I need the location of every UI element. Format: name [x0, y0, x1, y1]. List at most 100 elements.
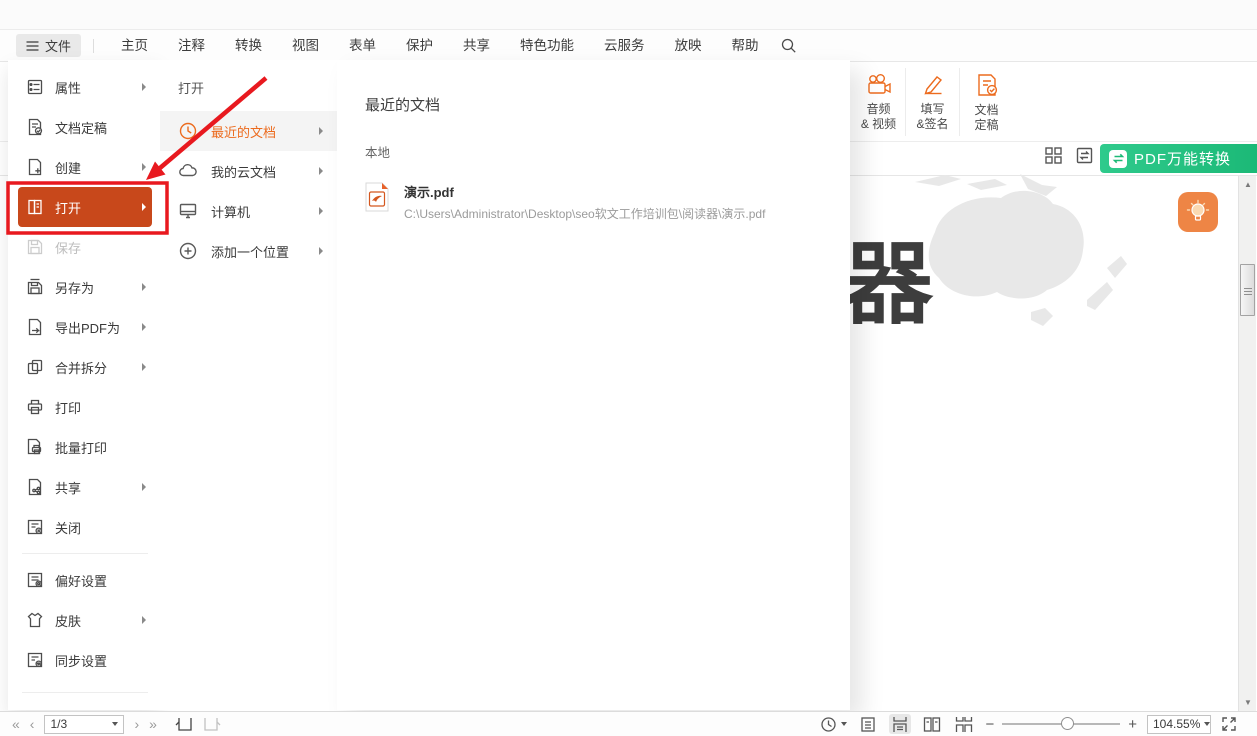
tab-help[interactable]: 帮助 — [717, 30, 774, 62]
continuous-view-icon[interactable] — [889, 714, 911, 734]
reading-history-icon[interactable] — [820, 716, 847, 733]
ribbon-right-group: 音频& 视频 填写&签名 文档定稿 — [852, 62, 1013, 142]
pdf-convert-button[interactable]: PDF万能转换 — [1100, 144, 1257, 173]
search-icon[interactable] — [780, 37, 797, 54]
file-menu-item-share[interactable]: 共享 — [18, 467, 152, 507]
tab-protect[interactable]: 保护 — [391, 30, 448, 62]
submenu-arrow — [319, 247, 323, 255]
file-menu-item-batch-print[interactable]: 批量打印 — [18, 427, 152, 467]
recent-file-item[interactable]: 演示.pdf C:\Users\Administrator\Desktop\se… — [365, 182, 850, 222]
doc-finalize-button[interactable]: 文档定稿 — [960, 62, 1013, 142]
video-camera-icon — [865, 73, 893, 97]
scrollbar-thumb[interactable] — [1240, 264, 1255, 316]
first-page-icon[interactable]: « — [12, 717, 20, 731]
open-item-cloud-documents[interactable]: 我的云文档 — [160, 151, 337, 191]
prev-page-icon[interactable]: ‹ — [30, 717, 35, 731]
zoom-slider-thumb[interactable] — [1061, 717, 1074, 730]
add-place-icon — [178, 241, 198, 261]
last-page-icon[interactable]: » — [149, 717, 157, 731]
fill-sign-button[interactable]: 填写&签名 — [906, 62, 959, 142]
single-page-view-icon[interactable] — [857, 714, 879, 734]
open-item-computer[interactable]: 计算机 — [160, 191, 337, 231]
submenu-arrow — [142, 163, 146, 171]
zoom-out-icon[interactable]: − — [985, 716, 994, 733]
file-menu-item-preferences[interactable]: 偏好设置 — [18, 560, 152, 600]
file-menu-item-export-pdf[interactable]: 导出PDF为 — [18, 307, 152, 347]
open-item-add-place[interactable]: 添加一个位置 — [160, 231, 337, 271]
preferences-icon — [26, 571, 44, 589]
file-menu-item-skin[interactable]: 皮肤 — [18, 600, 152, 640]
doc-export-icon — [26, 318, 44, 336]
title-bar — [0, 0, 1257, 30]
file-menu-item-save-as[interactable]: 另存为 — [18, 267, 152, 307]
page-swap-icon[interactable] — [1075, 146, 1094, 165]
thumbnail-grid-icon[interactable] — [1044, 146, 1063, 165]
tab-convert[interactable]: 转换 — [220, 30, 277, 62]
tab-present[interactable]: 放映 — [660, 30, 717, 62]
next-page-icon[interactable]: › — [134, 717, 139, 731]
view-toolbar-icons — [1044, 146, 1094, 165]
zoom-slider-group: − + — [985, 716, 1137, 733]
tab-view[interactable]: 视图 — [277, 30, 334, 62]
submenu-arrow — [142, 483, 146, 491]
submenu-arrow — [319, 127, 323, 135]
file-menu-item-properties[interactable]: 属性 — [18, 67, 152, 107]
tab-share[interactable]: 共享 — [448, 30, 505, 62]
doc-check-icon — [26, 118, 44, 136]
submenu-arrow — [142, 363, 146, 371]
submenu-arrow — [142, 83, 146, 91]
computer-icon — [178, 201, 198, 221]
file-menu-panel: 属性 文档定稿 创建 打开 保存 另存为 导出PDF为 合并拆分 打印 — [8, 60, 160, 710]
prev-view-icon[interactable] — [175, 716, 193, 732]
tab-form[interactable]: 表单 — [334, 30, 391, 62]
doc-check-icon — [974, 72, 1000, 98]
zoom-level-combo[interactable]: 104.55% — [1147, 715, 1211, 734]
submenu-arrow — [142, 203, 146, 211]
batch-print-icon — [26, 438, 44, 456]
file-menu-item-close[interactable]: 关闭 — [18, 507, 152, 547]
file-menu-button[interactable]: 文件 — [16, 34, 81, 57]
zoom-in-icon[interactable]: + — [1128, 716, 1137, 733]
doc-close-icon — [26, 518, 44, 536]
properties-icon — [26, 78, 44, 96]
doc-share-icon — [26, 478, 44, 496]
convert-swap-icon — [1109, 150, 1127, 168]
submenu-arrow — [142, 616, 146, 624]
audio-video-button[interactable]: 音频& 视频 — [852, 62, 905, 142]
scroll-up-icon[interactable]: ▲ — [1239, 176, 1257, 192]
save-as-icon — [26, 278, 44, 296]
facing-view-icon[interactable] — [921, 714, 943, 734]
file-menu-item-finalize[interactable]: 文档定稿 — [18, 107, 152, 147]
file-menu-item-merge-split[interactable]: 合并拆分 — [18, 347, 152, 387]
tshirt-icon — [26, 611, 44, 629]
menu-divider — [22, 692, 148, 693]
save-icon — [26, 238, 44, 256]
doc-plus-icon — [26, 158, 44, 176]
fill-sign-label-1: 填写 — [916, 102, 948, 117]
file-menu-item-print[interactable]: 打印 — [18, 387, 152, 427]
merge-split-icon — [26, 358, 44, 376]
zoom-value: 104.55% — [1153, 717, 1200, 731]
tab-cloud[interactable]: 云服务 — [589, 30, 660, 62]
lightbulb-icon — [1185, 199, 1211, 225]
page-number-combo[interactable]: 1/3 — [44, 715, 124, 734]
facing-continuous-view-icon[interactable] — [953, 714, 975, 734]
submenu-arrow — [319, 167, 323, 175]
tab-home[interactable]: 主页 — [106, 30, 163, 62]
view-controls: − + 104.55% — [820, 714, 1237, 734]
tips-lightbulb-button[interactable] — [1178, 192, 1218, 232]
tab-featured[interactable]: 特色功能 — [505, 30, 589, 62]
open-book-icon — [26, 198, 44, 216]
tab-comment[interactable]: 注释 — [163, 30, 220, 62]
zoom-slider[interactable] — [1002, 723, 1120, 725]
open-item-recent-documents[interactable]: 最近的文档 — [160, 111, 337, 151]
vertical-scrollbar[interactable]: ▲ ▼ — [1238, 176, 1256, 712]
pdf-convert-label: PDF万能转换 — [1134, 148, 1231, 169]
zoom-combo-caret — [1204, 722, 1210, 726]
local-section-label: 本地 — [365, 142, 850, 161]
file-menu-item-sync-settings[interactable]: 同步设置 — [18, 640, 152, 680]
fullscreen-icon[interactable] — [1221, 716, 1237, 732]
scroll-down-icon[interactable]: ▼ — [1239, 694, 1257, 710]
file-menu-item-open[interactable]: 打开 — [18, 187, 152, 227]
file-menu-item-create[interactable]: 创建 — [18, 147, 152, 187]
